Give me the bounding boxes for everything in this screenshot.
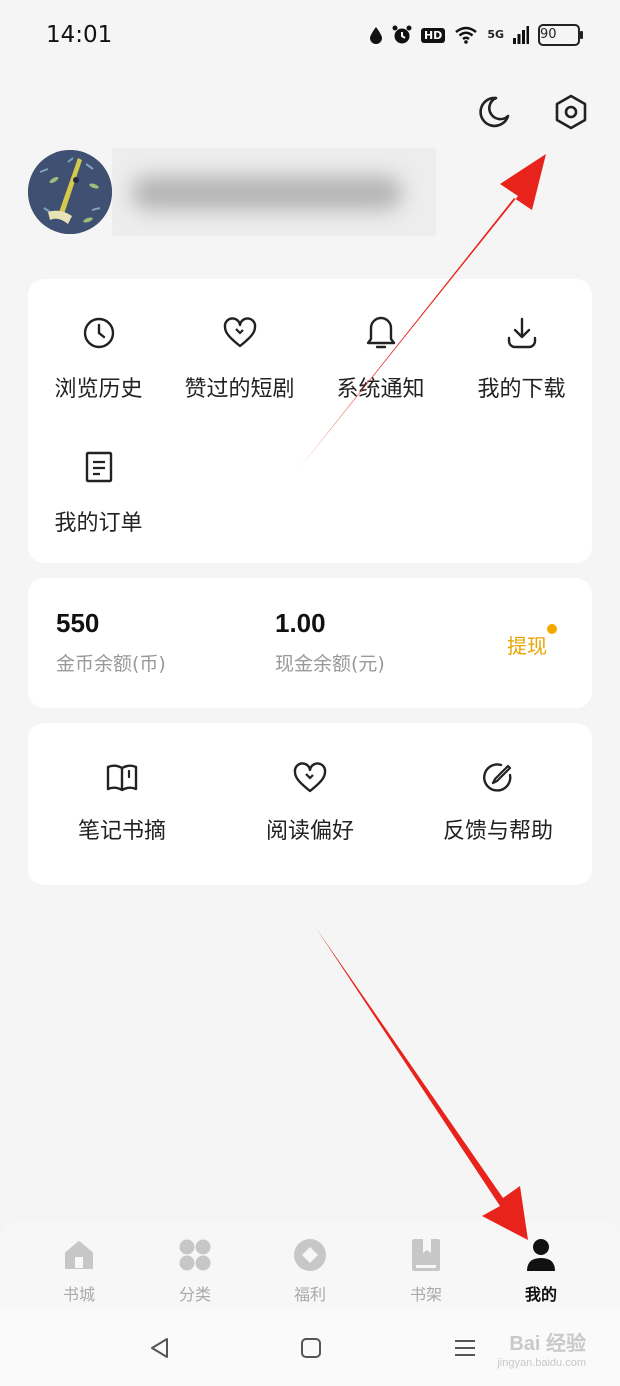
bottom-tab-bar: 书城 分类 福利 书架 我的 — [0, 1221, 620, 1309]
orders-button[interactable]: 我的订单 — [28, 447, 169, 537]
menu-lines-icon — [455, 1340, 475, 1356]
feedback-help-label: 反馈与帮助 — [442, 819, 553, 844]
home-square-icon — [301, 1338, 321, 1358]
withdraw-button[interactable]: 提现 — [507, 624, 557, 659]
clock-icon — [28, 313, 169, 353]
tab-welfare-label: 福利 — [293, 1285, 326, 1304]
tab-bookshelf[interactable]: 书架 — [364, 1221, 488, 1309]
bell-icon — [310, 313, 451, 353]
cash-label: 现金余额(元) — [275, 653, 385, 675]
settings-button[interactable] — [549, 90, 593, 134]
battery-level: 90 — [538, 24, 583, 46]
hd-icon: HD — [420, 27, 446, 43]
notes-button[interactable]: 笔记书摘 — [28, 761, 216, 845]
username-blurred — [132, 176, 402, 210]
history-button[interactable]: 浏览历史 — [28, 313, 169, 403]
download-icon — [451, 313, 592, 353]
tab-bookstore-label: 书城 — [62, 1285, 95, 1304]
back-triangle-icon — [151, 1338, 168, 1358]
username — [112, 148, 113, 149]
welfare-icon — [248, 1235, 372, 1275]
settings-hexagon-icon — [555, 94, 587, 130]
wifi-icon — [454, 26, 478, 44]
wallet-card: 550 金币余额(币) 1.00 现金余额(元) 提现 — [28, 578, 592, 708]
network-type: 5G — [487, 28, 504, 41]
category-icon — [133, 1235, 257, 1275]
person-icon — [479, 1235, 603, 1275]
arrow-to-mine-tab — [316, 928, 528, 1240]
watermark-logo: Bai 经验 — [509, 1333, 586, 1355]
quick-actions-card: 浏览历史 赞过的短剧 系统通知 我的下载 我的订单 — [28, 279, 592, 563]
pencil-circle-icon — [404, 761, 592, 795]
watermark-url: jingyan.baidu.com — [497, 1357, 586, 1369]
notifications-button[interactable]: 系统通知 — [310, 313, 451, 403]
moon-icon — [479, 96, 510, 128]
book-open-icon — [28, 761, 216, 795]
home-icon — [17, 1235, 141, 1275]
avatar[interactable] — [28, 150, 112, 234]
alarm-icon — [392, 25, 412, 45]
liked-dramas-button[interactable]: 赞过的短剧 — [169, 313, 310, 403]
tab-bookshelf-label: 书架 — [409, 1285, 442, 1304]
cash-value: 1.00 — [275, 608, 326, 638]
coins-label: 金币余额(币) — [56, 653, 166, 675]
feedback-help-button[interactable]: 反馈与帮助 — [404, 761, 592, 845]
username-area[interactable] — [112, 148, 436, 236]
heart-icon — [216, 761, 404, 795]
downloads-button[interactable]: 我的下载 — [451, 313, 592, 403]
system-nav-bar: Bai 经验 jingyan.baidu.com — [0, 1309, 620, 1386]
tab-bookstore[interactable]: 书城 — [17, 1221, 141, 1309]
coins-value: 550 — [56, 608, 100, 638]
nav-home-button[interactable] — [296, 1333, 326, 1363]
cash-balance[interactable]: 1.00 现金余额(元) — [275, 608, 385, 676]
order-icon — [28, 447, 169, 487]
downloads-label: 我的下载 — [477, 377, 566, 402]
tab-category[interactable]: 分类 — [133, 1221, 257, 1309]
tab-mine-label: 我的 — [524, 1285, 557, 1304]
tab-mine[interactable]: 我的 — [479, 1221, 603, 1309]
withdraw-label: 提现 — [507, 634, 547, 658]
bookshelf-icon — [364, 1235, 488, 1275]
notifications-label: 系统通知 — [336, 377, 425, 402]
drop-icon — [369, 26, 383, 44]
history-label: 浏览历史 — [54, 377, 143, 402]
nav-back-button[interactable] — [144, 1333, 174, 1363]
status-icons: HD 5G 90 — [369, 24, 583, 46]
night-mode-button[interactable] — [472, 90, 516, 134]
signal-icon — [513, 26, 529, 44]
tab-welfare[interactable]: 福利 — [248, 1221, 372, 1309]
reading-preference-label: 阅读偏好 — [265, 819, 354, 844]
liked-dramas-label: 赞过的短剧 — [184, 377, 295, 402]
tab-category-label: 分类 — [178, 1285, 211, 1304]
tools-card: 笔记书摘 阅读偏好 反馈与帮助 — [28, 723, 592, 885]
status-time: 14:01 — [46, 22, 113, 48]
reading-preference-button[interactable]: 阅读偏好 — [216, 761, 404, 845]
withdraw-badge-dot — [547, 624, 557, 634]
heart-icon — [169, 313, 310, 353]
status-bar: 14:01 HD 5G 90 — [0, 0, 620, 76]
notes-label: 笔记书摘 — [77, 819, 166, 844]
nav-recents-button[interactable] — [450, 1333, 480, 1363]
orders-label: 我的订单 — [54, 511, 143, 536]
coins-balance[interactable]: 550 金币余额(币) — [56, 608, 166, 676]
